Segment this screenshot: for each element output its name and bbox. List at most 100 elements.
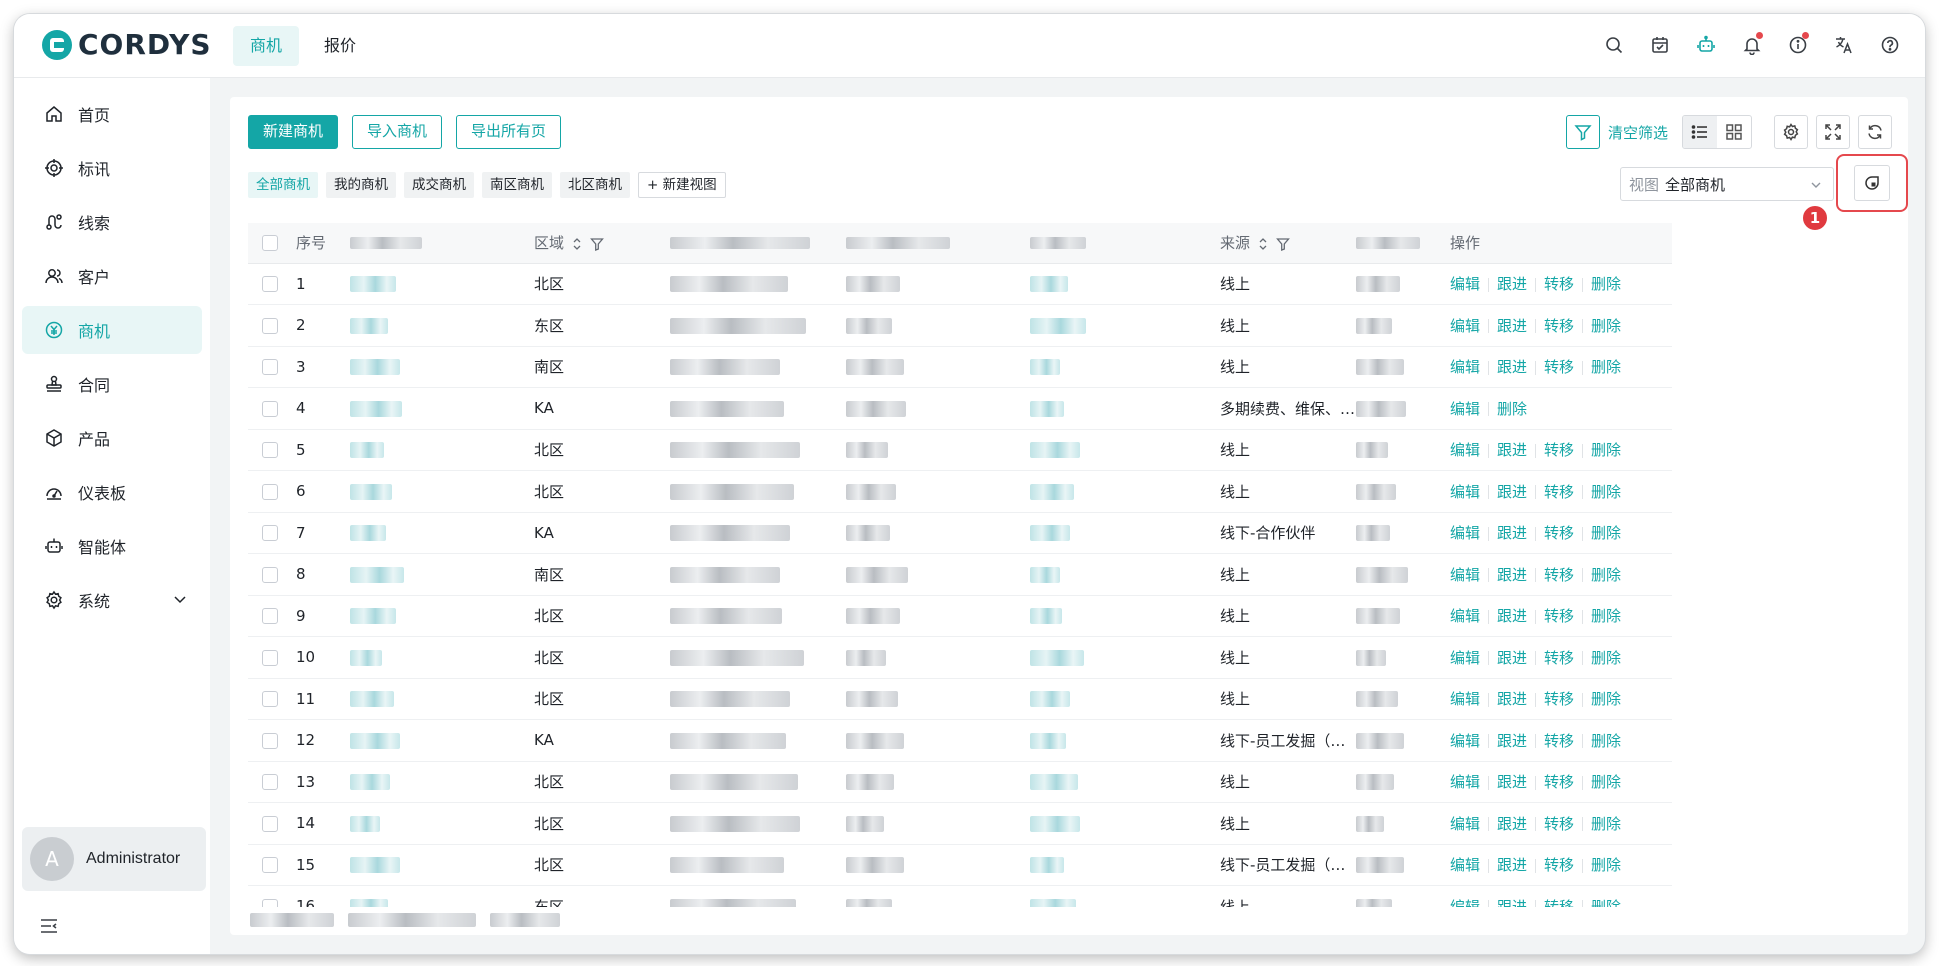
list-view-toggle[interactable]: [1683, 116, 1717, 148]
sidebar-item[interactable]: 智能体: [22, 522, 202, 570]
translate-icon[interactable]: [1831, 32, 1857, 58]
sidebar-item[interactable]: 系统: [22, 576, 202, 624]
row-action-link[interactable]: 删除: [1591, 566, 1621, 584]
chevron-down-icon[interactable]: [172, 591, 188, 607]
header-source[interactable]: 来源: [1220, 223, 1356, 264]
row-action-link[interactable]: 删除: [1591, 607, 1621, 625]
row-checkbox[interactable]: [262, 815, 278, 832]
row-checkbox[interactable]: [262, 442, 278, 459]
filter-icon[interactable]: [1276, 237, 1290, 251]
row-action-link[interactable]: 转移: [1544, 898, 1574, 907]
top-tab[interactable]: 商机: [233, 26, 300, 66]
view-tag[interactable]: 全部商机: [248, 172, 318, 198]
row-action-link[interactable]: 删除: [1591, 773, 1621, 791]
row-action-link[interactable]: 删除: [1497, 400, 1527, 418]
row-action-link[interactable]: 跟进: [1497, 317, 1527, 335]
table-row[interactable]: 9 北区 线上 编辑 跟进 转移 删除: [248, 595, 1672, 637]
row-action-link[interactable]: 转移: [1544, 566, 1574, 584]
row-action-link[interactable]: 跟进: [1497, 898, 1527, 907]
row-action-link[interactable]: 转移: [1544, 358, 1574, 376]
table-row[interactable]: 5 北区 线上 编辑 跟进 转移 删除: [248, 429, 1672, 471]
sidebar-item[interactable]: 产品: [22, 414, 202, 462]
row-checkbox[interactable]: [262, 566, 278, 583]
row-action-link[interactable]: 跟进: [1497, 690, 1527, 708]
row-action-link[interactable]: 编辑: [1450, 566, 1480, 584]
row-action-link[interactable]: 转移: [1544, 275, 1574, 293]
row-action-link[interactable]: 编辑: [1450, 690, 1480, 708]
row-action-link[interactable]: 转移: [1544, 607, 1574, 625]
row-action-link[interactable]: 编辑: [1450, 815, 1480, 833]
sidebar-item[interactable]: 首页: [22, 90, 202, 138]
collapse-sidebar-icon[interactable]: [40, 918, 58, 934]
table-row[interactable]: 1 北区 线上 编辑 跟进 转移 删除: [248, 263, 1672, 305]
row-action-link[interactable]: 编辑: [1450, 524, 1480, 542]
row-checkbox[interactable]: [262, 774, 278, 791]
table-row[interactable]: 12 KA 线下-员工发掘（… 编辑 跟进 转移 删除: [248, 719, 1672, 762]
view-tag[interactable]: 南区商机: [482, 172, 552, 198]
filter-button[interactable]: [1565, 115, 1600, 149]
row-action-link[interactable]: 删除: [1591, 483, 1621, 501]
row-action-link[interactable]: 编辑: [1450, 649, 1480, 667]
row-action-link[interactable]: 跟进: [1497, 483, 1527, 501]
fullscreen-button[interactable]: [1816, 115, 1850, 149]
row-action-link[interactable]: 跟进: [1497, 275, 1527, 293]
row-action-link[interactable]: 删除: [1591, 441, 1621, 459]
import-opportunity-button[interactable]: 导入商机: [352, 115, 443, 149]
robot-icon[interactable]: [1693, 32, 1719, 58]
grid-view-toggle[interactable]: [1717, 116, 1751, 148]
table-row[interactable]: 2 东区 线上 编辑 跟进 转移 删除: [248, 304, 1672, 347]
sidebar-item[interactable]: 标讯: [22, 144, 202, 192]
table-row[interactable]: 8 南区 线上 编辑 跟进 转移 删除: [248, 553, 1672, 596]
sort-icon[interactable]: [1256, 237, 1270, 251]
row-action-link[interactable]: 转移: [1544, 856, 1574, 874]
row-checkbox[interactable]: [262, 649, 278, 666]
row-action-link[interactable]: 删除: [1591, 317, 1621, 335]
top-tab[interactable]: 报价: [307, 26, 373, 66]
view-tag[interactable]: 北区商机: [560, 172, 630, 198]
row-action-link[interactable]: 跟进: [1497, 566, 1527, 584]
row-action-link[interactable]: 转移: [1544, 649, 1574, 667]
row-action-link[interactable]: 编辑: [1450, 441, 1480, 459]
filter-icon[interactable]: [590, 237, 604, 251]
table-row[interactable]: 6 北区 线上 编辑 跟进 转移 删除: [248, 470, 1672, 513]
user-card[interactable]: A Administrator: [22, 827, 206, 891]
row-action-link[interactable]: 转移: [1544, 815, 1574, 833]
export-all-pages-button[interactable]: 导出所有页: [456, 115, 562, 149]
row-action-link[interactable]: 跟进: [1497, 815, 1527, 833]
brand-logo[interactable]: CORDYS: [42, 28, 212, 61]
table-row[interactable]: 13 北区 线上 编辑 跟进 转移 删除: [248, 761, 1672, 803]
row-checkbox[interactable]: [262, 898, 278, 907]
row-action-link[interactable]: 删除: [1591, 275, 1621, 293]
row-action-link[interactable]: 转移: [1544, 773, 1574, 791]
sidebar-item[interactable]: 商机: [22, 306, 202, 354]
row-checkbox[interactable]: [262, 483, 278, 500]
table-row[interactable]: 7 KA 线下-合作伙伴 编辑 跟进 转移 删除: [248, 512, 1672, 554]
help-icon[interactable]: [1877, 32, 1903, 58]
row-checkbox[interactable]: [262, 691, 278, 708]
row-action-link[interactable]: 跟进: [1497, 856, 1527, 874]
column-settings-button[interactable]: [1774, 115, 1808, 149]
view-tag[interactable]: 成交商机: [404, 172, 474, 198]
clear-filter-link[interactable]: 清空筛选: [1608, 122, 1668, 143]
row-action-link[interactable]: 删除: [1591, 358, 1621, 376]
view-select[interactable]: 视图 全部商机: [1620, 167, 1834, 201]
row-action-link[interactable]: 跟进: [1497, 649, 1527, 667]
table-row[interactable]: 3 南区 线上 编辑 跟进 转移 删除: [248, 346, 1672, 388]
row-action-link[interactable]: 跟进: [1497, 732, 1527, 750]
row-action-link[interactable]: 转移: [1544, 441, 1574, 459]
row-action-link[interactable]: 转移: [1544, 483, 1574, 501]
row-action-link[interactable]: 删除: [1591, 732, 1621, 750]
row-action-link[interactable]: 跟进: [1497, 441, 1527, 459]
row-action-link[interactable]: 编辑: [1450, 358, 1480, 376]
row-checkbox[interactable]: [262, 732, 278, 749]
view-tag[interactable]: 我的商机: [326, 172, 396, 198]
refresh-button[interactable]: [1858, 115, 1892, 149]
row-action-link[interactable]: 编辑: [1450, 898, 1480, 907]
bell-icon[interactable]: [1739, 32, 1765, 58]
row-action-link[interactable]: 删除: [1591, 898, 1621, 907]
row-action-link[interactable]: 编辑: [1450, 607, 1480, 625]
table-row[interactable]: 4 KA 多期续费、维保、… 编辑 删除: [248, 387, 1672, 430]
sort-icon[interactable]: [570, 237, 584, 251]
row-action-link[interactable]: 删除: [1591, 524, 1621, 542]
row-action-link[interactable]: 编辑: [1450, 773, 1480, 791]
